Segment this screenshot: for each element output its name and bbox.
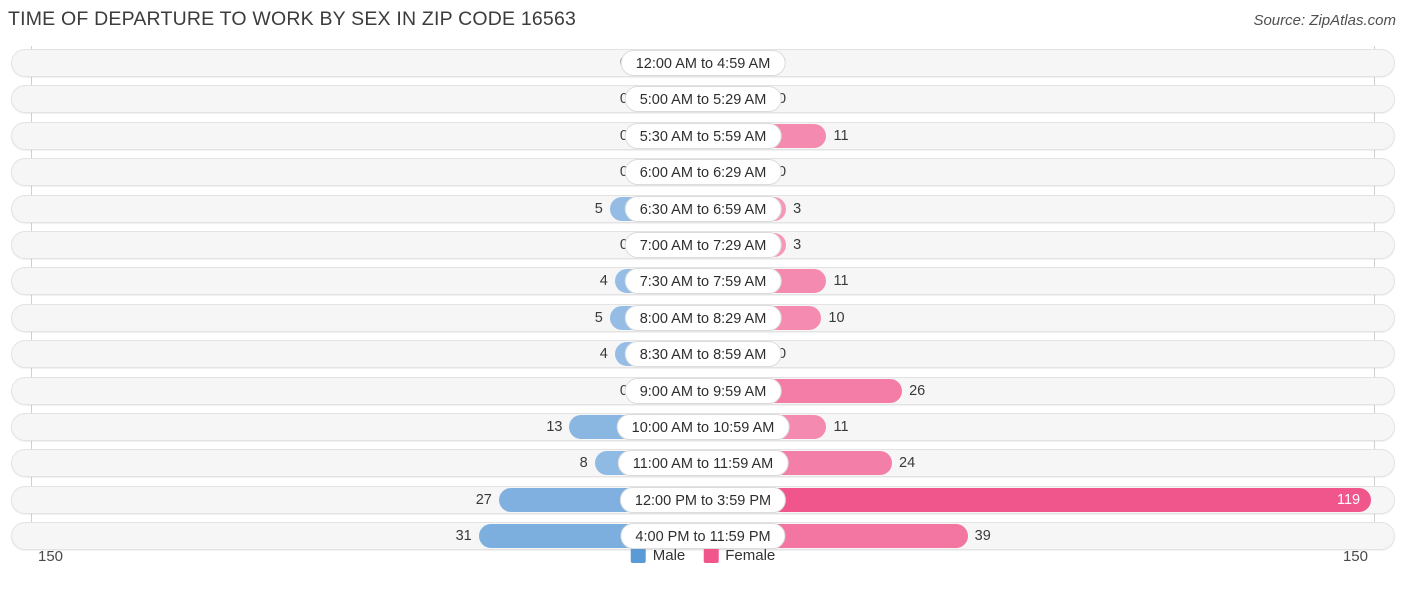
- value-label-female: 119: [1337, 491, 1361, 508]
- value-label-male: 27: [475, 491, 492, 508]
- chart-row[interactable]: 005:00 AM to 5:29 AM: [0, 85, 1406, 114]
- chart-row[interactable]: 0269:00 AM to 9:59 AM: [0, 376, 1406, 405]
- source-attribution: Source: ZipAtlas.com: [1253, 12, 1396, 29]
- bar-female[interactable]: [703, 487, 1371, 512]
- category-label: 6:30 AM to 6:59 AM: [624, 195, 782, 222]
- axis-max-right: 150: [1342, 548, 1368, 565]
- chart-row[interactable]: 037:00 AM to 7:29 AM: [0, 230, 1406, 259]
- legend-swatch-male: [630, 548, 646, 563]
- chart-header: TIME OF DEPARTURE TO WORK BY SEX IN ZIP …: [0, 0, 1406, 44]
- category-label: 12:00 AM to 4:59 AM: [620, 50, 786, 76]
- category-label: 8:00 AM to 8:29 AM: [624, 304, 782, 331]
- category-label: 10:00 AM to 10:59 AM: [616, 413, 790, 440]
- value-label-female: 11: [833, 127, 849, 144]
- chart-rows: 0012:00 AM to 4:59 AM 005:00 AM to 5:29 A…: [0, 49, 1406, 558]
- category-label: 4:00 PM to 11:59 PM: [620, 523, 786, 550]
- value-label-male: 4: [599, 346, 608, 363]
- chart-row[interactable]: 006:00 AM to 6:29 AM: [0, 158, 1406, 187]
- chart-plot-area: 0012:00 AM to 4:59 AM 005:00 AM to 5:29 A…: [0, 44, 1406, 551]
- category-label: 7:00 AM to 7:29 AM: [624, 231, 782, 258]
- category-label: 11:00 AM to 11:59 AM: [617, 450, 789, 477]
- chart-row[interactable]: 8 24 11:00 AM to 11:59 AM: [0, 449, 1406, 478]
- category-label: 9:00 AM to 9:59 AM: [624, 377, 782, 404]
- category-label: 5:30 AM to 5:59 AM: [624, 122, 782, 149]
- category-label: 7:30 AM to 7:59 AM: [624, 268, 782, 295]
- value-label-male: 5: [594, 200, 603, 217]
- value-label-female: 26: [909, 382, 926, 399]
- category-label: 8:30 AM to 8:59 AM: [624, 341, 782, 368]
- value-label-female: 24: [899, 455, 916, 472]
- legend-swatch-female: [703, 548, 719, 563]
- value-label-male: 13: [546, 418, 563, 435]
- value-label-male: 4: [599, 273, 608, 290]
- value-label-female: 3: [793, 200, 802, 217]
- axis-max-left: 150: [38, 548, 64, 565]
- value-label-male: 8: [579, 455, 588, 472]
- chart-row[interactable]: 4 11 7:30 AM to 7:59 AM: [0, 267, 1406, 296]
- chart-row[interactable]: 0115:30 AM to 5:59 AM: [0, 121, 1406, 150]
- category-label: 5:00 AM to 5:29 AM: [624, 86, 782, 113]
- category-label: 6:00 AM to 6:29 AM: [624, 159, 782, 186]
- chart-row[interactable]: 0012:00 AM to 4:59 AM: [0, 49, 1406, 77]
- chart-row[interactable]: 13 11 10:00 AM to 10:59 AM: [0, 412, 1406, 441]
- chart-row[interactable]: 5 3 6:30 AM to 6:59 AM: [0, 194, 1406, 223]
- value-label-male: 5: [594, 309, 603, 326]
- value-label-female: 3: [793, 236, 802, 253]
- chart-row[interactable]: 5 10 8:00 AM to 8:29 AM: [0, 303, 1406, 332]
- chart-row[interactable]: 27 119 12:00 PM to 3:59 PM: [0, 485, 1406, 514]
- category-label: 12:00 PM to 3:59 PM: [619, 486, 787, 513]
- value-label-female: 10: [828, 309, 845, 326]
- value-label-female: 11: [833, 418, 849, 435]
- chart-row[interactable]: 4 0 8:30 AM to 8:59 AM: [0, 340, 1406, 369]
- page-title: TIME OF DEPARTURE TO WORK BY SEX IN ZIP …: [8, 8, 577, 30]
- value-label-female: 11: [833, 273, 849, 290]
